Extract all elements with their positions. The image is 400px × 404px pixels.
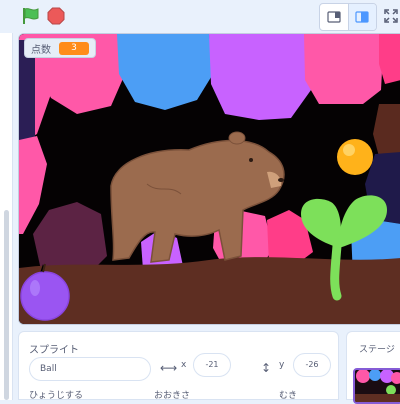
green-flag-button[interactable] [18,4,44,28]
fullscreen-button[interactable] [378,4,400,28]
green-flag-icon [23,8,39,24]
sprite-name-input[interactable]: Ball [29,357,151,381]
code-area-scrollbar[interactable] [4,210,9,400]
large-stage-layout-icon [355,11,369,23]
small-stage-layout-icon [327,11,341,23]
y-label: y [279,360,285,370]
direction-label: むき [279,391,298,401]
stage-scene [19,34,400,324]
stage-toolbar [0,0,400,33]
ball-sprite [337,139,373,175]
stage-thumbnail-image [355,370,400,402]
size-label: おおきさ [154,391,191,401]
sprite-heading: スプライト [29,345,79,356]
y-position-input[interactable]: -26 [293,353,331,377]
stage-size-toggle [319,3,377,31]
stop-button[interactable] [43,4,69,28]
y-position-icon: ↕ [261,361,272,375]
x-label: x [181,360,187,370]
score-label: 点数 [31,44,51,56]
fullscreen-icon [384,9,398,23]
score-value: 3 [59,41,89,55]
show-label: ひょうじする [29,391,84,401]
large-stage-button[interactable] [347,4,376,30]
stage-selector-panel: ステージ [346,331,400,404]
small-stage-button[interactable] [320,4,348,30]
stage-canvas[interactable] [18,33,400,325]
stage-heading: ステージ [359,345,395,355]
ground [19,257,400,324]
x-position-icon: ⟷ [160,361,178,375]
x-position-input[interactable]: -21 [193,353,231,377]
sprite-info-panel: スプライト Ball ⟷ x -21 ↕ y -26 ひょうじする おおきさ む… [18,331,339,401]
stage-thumbnail[interactable] [353,368,400,404]
stop-sign-icon [47,7,65,25]
score-variable-monitor[interactable]: 点数 3 [24,38,96,58]
